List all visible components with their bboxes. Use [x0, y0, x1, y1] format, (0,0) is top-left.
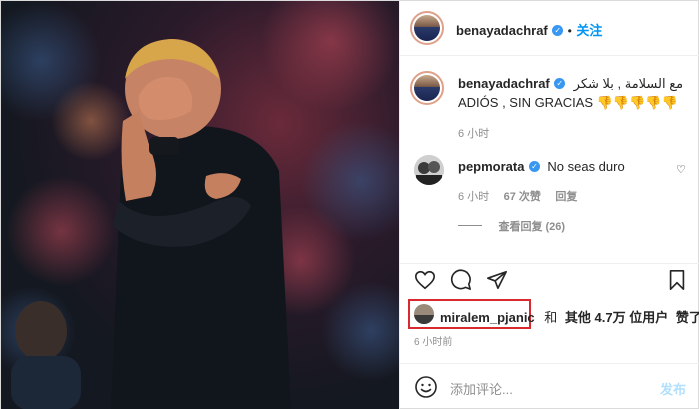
caption-username[interactable]: benayadachraf [458, 76, 550, 91]
view-replies-button[interactable]: 查看回复 (26) [498, 221, 565, 233]
caption-author-avatar[interactable] [410, 71, 444, 105]
post-comment-button[interactable]: 发布 [660, 379, 686, 398]
instagram-post: benayadachraf ✓ • 关注 benayadachraf ✓ مع … [0, 0, 699, 409]
follow-button[interactable]: 关注 [576, 23, 602, 38]
author-avatar[interactable] [410, 11, 444, 45]
view-replies-line [458, 225, 482, 227]
commenter-avatar[interactable] [414, 155, 444, 185]
post-side-panel: benayadachraf ✓ • 关注 benayadachraf ✓ مع … [399, 1, 699, 409]
header-separator: • [567, 24, 572, 38]
comment-like-heart-icon[interactable]: ♡ [676, 163, 686, 176]
emoji-smiley-icon[interactable] [414, 375, 438, 399]
verified-badge-icon: ✓ [552, 25, 564, 37]
like-heart-icon[interactable] [414, 269, 436, 291]
comment-bubble-icon[interactable] [450, 269, 472, 291]
caption-text-line1: مع السلامة , بلا شكر [573, 76, 684, 91]
comment-reply-button[interactable]: 回复 [555, 191, 577, 203]
comment-likes-count[interactable]: 67 次赞 [504, 191, 541, 203]
author-avatar-image [414, 15, 440, 41]
post-photo[interactable] [1, 1, 399, 409]
author-username[interactable]: benayadachraf [456, 23, 548, 38]
save-bookmark-icon[interactable] [666, 269, 688, 291]
photo-illustration [1, 1, 399, 409]
caption-text-line2: ADIÓS , SIN GRACIAS 👎👎👎👎👎 [458, 95, 678, 110]
commenter-username[interactable]: pepmorata [458, 159, 524, 174]
comment-text: No seas duro [547, 159, 625, 174]
verified-badge-icon: ✓ [528, 161, 540, 173]
comments-section: benayadachraf ✓ مع السلامة , بلا شكر ADI… [400, 57, 699, 263]
post-time[interactable]: 6 小时前 [414, 333, 452, 348]
caption-time: 6 小时 [458, 128, 490, 140]
likes-connector: 和 [544, 310, 558, 325]
likes-suffix: 赞了 [675, 310, 699, 325]
post-actions: miralem_pjanic 和 其他 4.7万 位用户 赞了 6 小时前 [400, 263, 699, 375]
verified-badge-icon: ✓ [554, 78, 566, 90]
other-likers-link[interactable]: 其他 4.7万 位用户 [565, 310, 668, 325]
caption-author-avatar-image [414, 75, 440, 101]
share-paper-plane-icon[interactable] [486, 269, 508, 291]
first-liker-username[interactable]: miralem_pjanic [440, 310, 535, 325]
commenter-avatar-image [414, 155, 444, 185]
post-header: benayadachraf ✓ • 关注 [400, 1, 699, 56]
comment-input[interactable]: 添加评论... [450, 379, 650, 398]
comment-time: 6 小时 [458, 191, 490, 203]
comment-composer: 添加评论... 发布 [400, 363, 699, 409]
